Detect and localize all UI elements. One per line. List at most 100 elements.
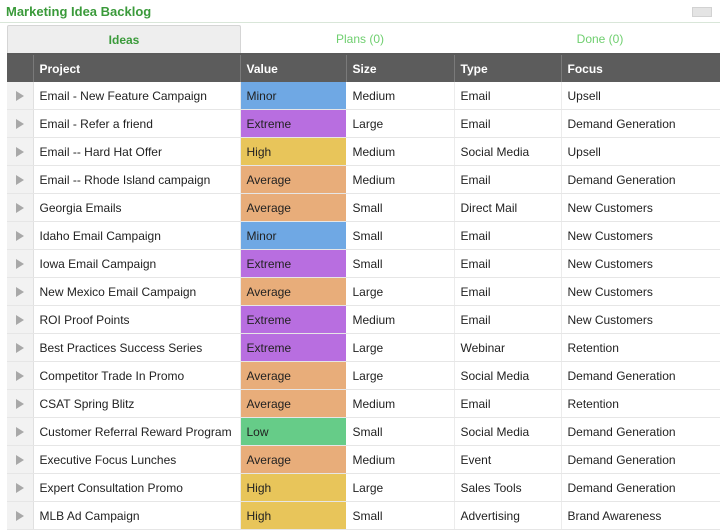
expand-arrow-icon[interactable] (15, 343, 24, 354)
table-row[interactable]: CSAT Spring Blitz Average Medium Email Reten… (7, 389, 720, 418)
expand-cell[interactable] (7, 82, 34, 110)
expand-cell[interactable] (7, 221, 34, 250)
value-cell: Average (240, 445, 347, 474)
size-cell: Large (346, 277, 455, 306)
focus-cell: Retention (561, 333, 720, 362)
table-row[interactable]: MLB Ad Campaign High Small Advertising Brand… (7, 501, 720, 530)
project-cell: Expert Consultation Promo (33, 473, 241, 502)
type-cell: Event (454, 445, 562, 474)
window-control-button[interactable] (692, 7, 712, 17)
focus-cell: New Customers (561, 277, 720, 306)
expand-arrow-icon[interactable] (15, 175, 24, 186)
tab-done[interactable]: Done (0) (480, 25, 720, 53)
expand-arrow-icon[interactable] (15, 287, 24, 298)
value-cell: Average (240, 277, 347, 306)
type-cell: Email (454, 249, 562, 278)
focus-cell: Demand Generation (561, 165, 720, 194)
type-cell: Social Media (454, 417, 562, 446)
size-cell: Small (346, 417, 455, 446)
expand-arrow-icon[interactable] (15, 147, 24, 158)
expand-cell[interactable] (7, 417, 34, 446)
table-row[interactable]: Iowa Email Campaign Extreme Small Email New … (7, 249, 720, 278)
expand-cell[interactable] (7, 249, 34, 278)
project-cell: Email - Refer a friend (33, 109, 241, 138)
expand-cell[interactable] (7, 389, 34, 418)
type-cell: Email (454, 389, 562, 418)
tab-ideas[interactable]: Ideas (7, 25, 241, 54)
focus-cell: Demand Generation (561, 361, 720, 390)
expand-cell[interactable] (7, 473, 34, 502)
expand-cell[interactable] (7, 333, 34, 362)
expand-arrow-icon[interactable] (15, 511, 24, 522)
expand-cell[interactable] (7, 445, 34, 474)
value-cell: High (240, 137, 347, 166)
expand-arrow-icon[interactable] (15, 91, 24, 102)
expand-column-header (7, 55, 34, 82)
type-cell: Email (454, 165, 562, 194)
table-row[interactable]: Email -- Rhode Island campaign Average Med… (7, 165, 720, 194)
table-row[interactable]: ROI Proof Points Extreme Medium Email New Cu… (7, 305, 720, 334)
project-cell: ROI Proof Points (33, 305, 241, 334)
project-cell: Best Practices Success Series (33, 333, 241, 362)
value-cell: Average (240, 361, 347, 390)
project-cell: Idaho Email Campaign (33, 221, 241, 250)
table-row[interactable]: New Mexico Email Campaign Average Large Ema… (7, 277, 720, 306)
value-cell: Minor (240, 221, 347, 250)
expand-cell[interactable] (7, 361, 34, 390)
expand-cell[interactable] (7, 137, 34, 166)
size-cell: Large (346, 473, 455, 502)
size-cell: Small (346, 221, 455, 250)
table-row[interactable]: Customer Referral Reward Program Low Small… (7, 417, 720, 446)
focus-cell: Demand Generation (561, 473, 720, 502)
expand-cell[interactable] (7, 277, 34, 306)
focus-cell: Retention (561, 389, 720, 418)
expand-cell[interactable] (7, 305, 34, 334)
expand-arrow-icon[interactable] (15, 231, 24, 242)
expand-cell[interactable] (7, 165, 34, 194)
project-cell: Customer Referral Reward Program (33, 417, 241, 446)
column-header-project[interactable]: Project (33, 55, 241, 82)
size-cell: Small (346, 501, 455, 530)
expand-arrow-icon[interactable] (15, 427, 24, 438)
project-cell: New Mexico Email Campaign (33, 277, 241, 306)
table-row[interactable]: Idaho Email Campaign Minor Small Email New C… (7, 221, 720, 250)
backlog-table: Project Value Size Type Focus Email - Ne… (7, 55, 720, 530)
value-cell: Extreme (240, 333, 347, 362)
table-row[interactable]: Expert Consultation Promo High Large Sales … (7, 473, 720, 502)
column-header-type[interactable]: Type (454, 55, 562, 82)
table-row[interactable]: Email - Refer a friend Extreme Large Email D… (7, 109, 720, 138)
value-cell: Extreme (240, 249, 347, 278)
column-header-value[interactable]: Value (240, 55, 347, 82)
focus-cell: New Customers (561, 221, 720, 250)
table-row[interactable]: Email - New Feature Campaign Minor Medium E… (7, 82, 720, 110)
project-cell: CSAT Spring Blitz (33, 389, 241, 418)
column-header-size[interactable]: Size (346, 55, 455, 82)
type-cell: Direct Mail (454, 193, 562, 222)
expand-arrow-icon[interactable] (15, 371, 24, 382)
project-cell: Email - New Feature Campaign (33, 82, 241, 110)
expand-arrow-icon[interactable] (15, 455, 24, 466)
expand-arrow-icon[interactable] (15, 399, 24, 410)
expand-arrow-icon[interactable] (15, 259, 24, 270)
size-cell: Large (346, 361, 455, 390)
expand-cell[interactable] (7, 501, 34, 530)
expand-arrow-icon[interactable] (15, 315, 24, 326)
value-cell: High (240, 501, 347, 530)
expand-arrow-icon[interactable] (15, 483, 24, 494)
focus-cell: New Customers (561, 193, 720, 222)
table-row[interactable]: Competitor Trade In Promo Average Large Soc… (7, 361, 720, 390)
expand-arrow-icon[interactable] (15, 119, 24, 130)
expand-cell[interactable] (7, 109, 34, 138)
size-cell: Medium (346, 305, 455, 334)
tab-plans[interactable]: Plans (0) (240, 25, 480, 53)
expand-arrow-icon[interactable] (15, 203, 24, 214)
table-row[interactable]: Executive Focus Lunches Average Medium Even… (7, 445, 720, 474)
table-row[interactable]: Email -- Hard Hat Offer High Medium Social … (7, 137, 720, 166)
focus-cell: Upsell (561, 82, 720, 110)
table-row[interactable]: Best Practices Success Series Extreme Larg… (7, 333, 720, 362)
value-cell: Average (240, 389, 347, 418)
table-row[interactable]: Georgia Emails Average Small Direct Mail New… (7, 193, 720, 222)
value-cell: Average (240, 193, 347, 222)
column-header-focus[interactable]: Focus (561, 55, 720, 82)
expand-cell[interactable] (7, 193, 34, 222)
